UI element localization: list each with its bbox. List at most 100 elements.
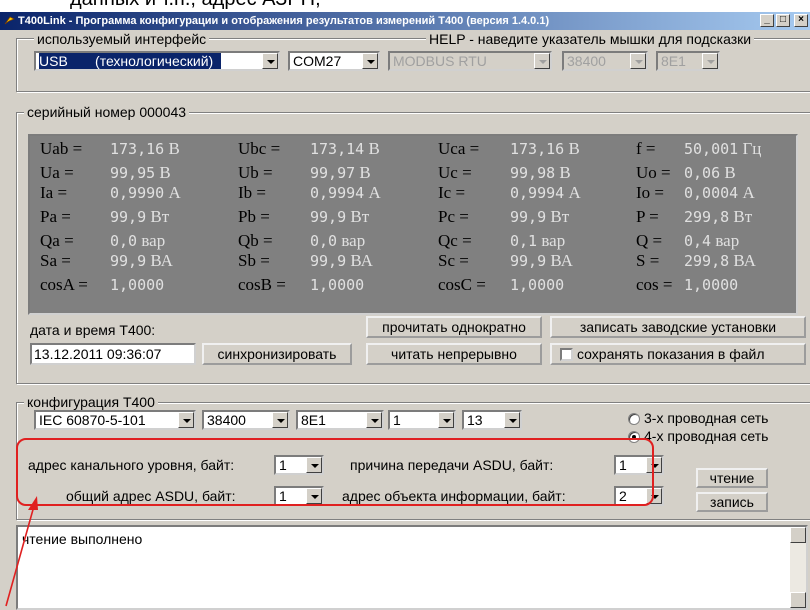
config-field4-select[interactable]: 1 xyxy=(388,410,456,430)
app-window: T400Link - Программа конфигурации и отоб… xyxy=(0,12,810,610)
measurement-unit: А xyxy=(742,183,755,202)
measurement-reading: 50,001 Гц xyxy=(684,138,761,160)
measurement-reading: 0,1 вар xyxy=(510,230,565,252)
write-factory-button[interactable]: записать заводские установки xyxy=(550,316,806,338)
measurement-unit: ВА xyxy=(350,251,373,270)
measurement-value: 99,9 xyxy=(510,208,547,226)
measurement-value: 0,0004 xyxy=(684,184,739,202)
measurement-reading: 99,9 Вт xyxy=(110,206,169,228)
measurement-name: Uca = xyxy=(438,139,480,158)
measurement-reading: 0,0004 А xyxy=(684,182,755,204)
radio-3wire[interactable] xyxy=(628,413,640,425)
measurement-name: P = xyxy=(636,207,659,226)
measurement-unit: Вт xyxy=(733,207,753,226)
config-baud-value: 38400 xyxy=(207,412,246,428)
maximize-button[interactable]: □ xyxy=(776,14,790,27)
measurement-value: 299,8 xyxy=(684,252,730,270)
read-once-button[interactable]: прочитать однократно xyxy=(366,316,542,338)
chevron-down-icon[interactable] xyxy=(702,53,718,69)
measurement-unit: ВА xyxy=(550,251,573,270)
measurement-name: Qc = xyxy=(438,231,472,250)
measurement-name: Sb = xyxy=(238,251,270,270)
chevron-down-icon[interactable] xyxy=(178,412,194,428)
measurement-value: 173,16 xyxy=(110,140,165,158)
measurement-reading: 99,9 Вт xyxy=(310,206,369,228)
measurement-value: 0,9994 xyxy=(310,184,365,202)
measurement-reading: 0,9994 А xyxy=(510,182,581,204)
measurement-name: Ia = xyxy=(40,183,68,202)
write-config-button[interactable]: запись xyxy=(696,492,768,512)
config-field4-value: 1 xyxy=(393,412,401,428)
measurement-value: 99,95 xyxy=(110,164,156,182)
close-button[interactable]: × xyxy=(794,14,808,27)
measurement-reading: 1,0000 xyxy=(110,274,164,296)
measurement-value: 99,97 xyxy=(310,164,356,182)
log-textarea[interactable]: чтение выполнено xyxy=(16,525,808,610)
config-protocol-select[interactable]: IEC 60870-5-101 xyxy=(34,410,196,430)
measurement-reading: 0,9990 А xyxy=(110,182,181,204)
measurement-name: f = xyxy=(636,139,656,158)
port-select[interactable]: COM27 xyxy=(288,51,380,71)
measurement-name: Qb = xyxy=(238,231,273,250)
save-to-file-label: сохранять показания в файл xyxy=(577,346,765,362)
measurement-unit: В xyxy=(159,163,171,182)
measurement-unit: В xyxy=(368,139,380,158)
interface-group-label: используемый интерфейс xyxy=(34,31,210,47)
scroll-down-icon[interactable] xyxy=(790,592,806,608)
measurement-reading: 99,98 В xyxy=(510,162,571,184)
measurement-name: cos = xyxy=(636,275,673,294)
measurement-unit: В xyxy=(724,163,736,182)
measurement-value: 0,0 xyxy=(310,232,338,250)
interface-type-select[interactable]: USB (технологический) xyxy=(34,51,280,71)
measurement-name: Pa = xyxy=(40,207,71,226)
format-select[interactable]: 8E1 xyxy=(656,51,720,71)
save-to-file-checkbox[interactable] xyxy=(560,348,573,361)
annotation-arrow-icon xyxy=(5,496,38,607)
chevron-down-icon[interactable] xyxy=(504,412,520,428)
serial-number-label: серийный номер 000043 xyxy=(24,104,190,120)
config-group-label: конфигурация Т400 xyxy=(24,394,158,410)
measurement-name: Ua = xyxy=(40,163,74,182)
config-protocol-value: IEC 60870-5-101 xyxy=(39,412,146,428)
measurement-unit: Вт xyxy=(550,207,570,226)
measurement-unit: Гц xyxy=(742,139,762,158)
save-to-file-toggle[interactable]: сохранять показания в файл xyxy=(550,343,806,365)
read-config-button[interactable]: чтение xyxy=(696,468,768,488)
minimize-button[interactable]: _ xyxy=(760,14,774,27)
measurement-value: 99,9 xyxy=(510,252,547,270)
chevron-down-icon[interactable] xyxy=(262,53,278,69)
protocol-select[interactable]: MODBUS RTU xyxy=(388,51,552,71)
chevron-down-icon[interactable] xyxy=(534,53,550,69)
measurement-name: S = xyxy=(636,251,660,270)
baud-value: 38400 xyxy=(567,53,606,69)
chevron-down-icon[interactable] xyxy=(630,53,646,69)
measurement-name: Sc = xyxy=(438,251,469,270)
log-scrollbar[interactable] xyxy=(790,527,806,608)
chevron-down-icon[interactable] xyxy=(362,53,378,69)
measurement-reading: 173,16 В xyxy=(110,138,180,160)
measurement-name: Pb = xyxy=(238,207,270,226)
measurement-name: cosA = xyxy=(40,275,88,294)
chevron-down-icon[interactable] xyxy=(438,412,454,428)
measurement-reading: 1,0000 xyxy=(310,274,364,296)
config-format-select[interactable]: 8E1 xyxy=(296,410,384,430)
measurement-reading: 99,9 ВА xyxy=(110,250,173,272)
measurement-reading: 0,9994 А xyxy=(310,182,381,204)
baud-select[interactable]: 38400 xyxy=(562,51,648,71)
config-field5-select[interactable]: 13 xyxy=(462,410,522,430)
measurement-value: 99,98 xyxy=(510,164,556,182)
measurement-reading: 99,9 ВА xyxy=(310,250,373,272)
measurement-value: 99,9 xyxy=(310,208,347,226)
datetime-field[interactable]: 13.12.2011 09:36:07 xyxy=(30,343,196,365)
config-baud-select[interactable]: 38400 xyxy=(202,410,290,430)
measurement-name: Q = xyxy=(636,231,663,250)
format-value: 8E1 xyxy=(661,53,686,69)
measurement-row: Ia = 0,9990 А Ib = 0,9994 А Ic = 0,9994 А Io =… xyxy=(30,182,800,204)
chevron-down-icon[interactable] xyxy=(366,412,382,428)
scroll-up-icon[interactable] xyxy=(790,527,806,543)
measurement-unit: вар xyxy=(715,231,740,250)
read-continuous-button[interactable]: читать непрерывно xyxy=(366,343,542,365)
chevron-down-icon[interactable] xyxy=(272,412,288,428)
sync-button[interactable]: синхронизировать xyxy=(202,343,352,365)
measurement-unit: А xyxy=(568,183,581,202)
